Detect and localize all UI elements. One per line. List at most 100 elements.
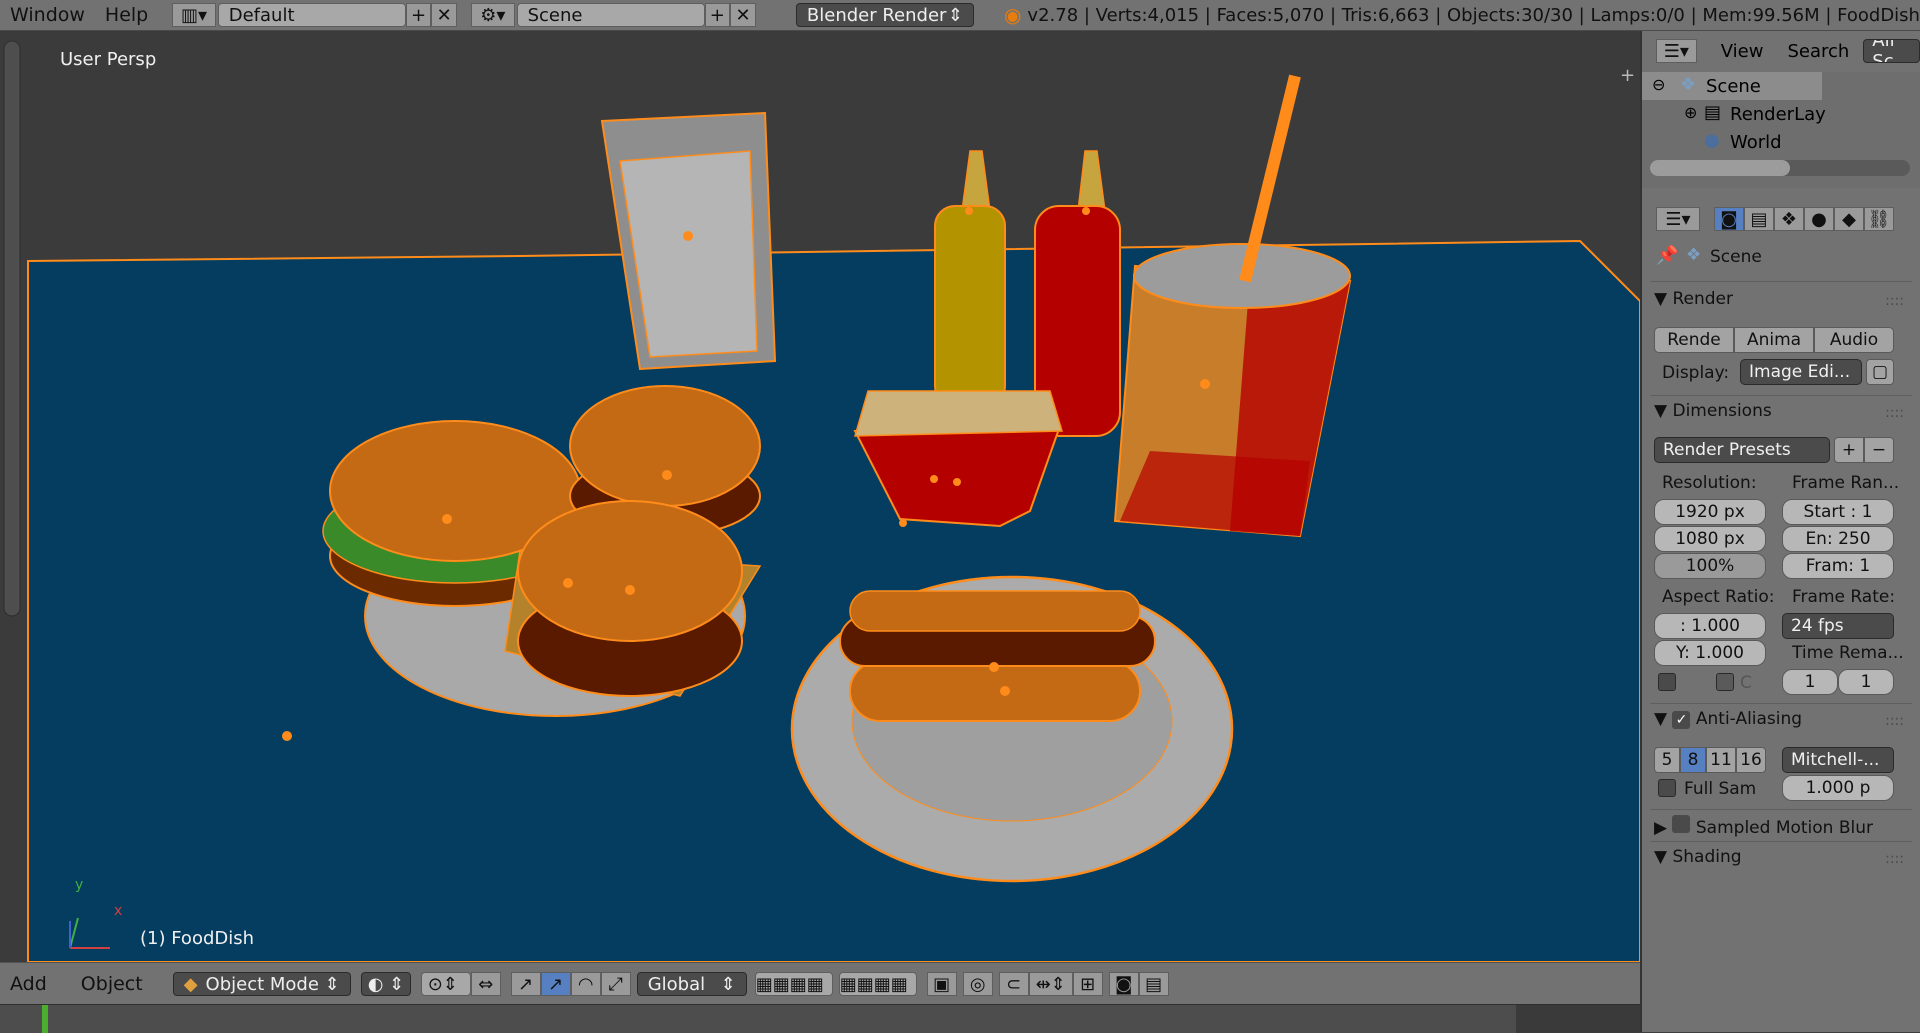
3d-viewport[interactable]: + User Persp (1) FoodDish y x <box>0 31 1640 962</box>
dimensions-panel-title[interactable]: ▼ Dimensions <box>1654 401 1772 421</box>
scene-tab-icon[interactable]: ❖ <box>1774 207 1804 231</box>
add-preset-button[interactable]: + <box>1834 437 1864 463</box>
pivot-select[interactable]: ⊙⇕ <box>420 972 471 996</box>
outliner-item-renderlayers[interactable]: RenderLay <box>1730 104 1826 125</box>
aspect-x-field[interactable]: : 1.000 <box>1654 613 1766 639</box>
outliner-item-scene[interactable]: Scene <box>1706 76 1761 97</box>
menu-help[interactable]: Help <box>95 4 158 26</box>
frame-start-field[interactable]: Start : 1 <box>1782 499 1894 525</box>
time-remapping-label: Time Rema... <box>1792 643 1904 663</box>
translate-manipulator-icon[interactable]: ↗ <box>510 972 541 996</box>
frame-rate-select[interactable]: 24 fps <box>1782 613 1894 639</box>
outliner-search-menu[interactable]: Search <box>1787 41 1849 62</box>
mode-select[interactable]: ◆ Object Mode ⇕ <box>172 972 351 996</box>
hotdog-plate[interactable] <box>790 575 1234 883</box>
axis-x-label: x <box>114 903 123 919</box>
proportional-edit-icon[interactable]: ◎ <box>962 972 993 996</box>
panel-grip-icon[interactable]: :::: <box>1885 405 1904 421</box>
orientation-select[interactable]: Global ⇕ <box>636 972 747 996</box>
rotate-arc-icon[interactable]: ◠ <box>570 972 601 996</box>
outliner-filter-select[interactable]: All Sc <box>1863 39 1920 63</box>
outliner-h-scrollbar[interactable] <box>1650 160 1910 176</box>
crop-checkbox[interactable] <box>1716 673 1734 691</box>
time-new-field[interactable]: 1 <box>1838 669 1894 695</box>
current-frame-marker[interactable] <box>42 1005 48 1033</box>
remove-preset-button[interactable]: − <box>1864 437 1894 463</box>
outliner-view-menu[interactable]: View <box>1721 41 1764 62</box>
anti-aliasing-checkbox-icon[interactable]: ✓ <box>1672 711 1691 729</box>
render-layers-tab-icon[interactable]: ▤ <box>1744 207 1774 231</box>
render-tab-icon[interactable]: ◙ <box>1714 207 1744 231</box>
menu-window[interactable]: Window <box>0 4 95 26</box>
aa-sample-8[interactable]: 8 <box>1680 747 1706 773</box>
menu-add[interactable]: Add <box>0 973 57 995</box>
render-audio-button[interactable]: Audio <box>1814 327 1894 353</box>
render-panel-title[interactable]: ▼ Render <box>1654 289 1733 309</box>
full-sample-checkbox[interactable] <box>1658 779 1676 797</box>
active-object-label: (1) FoodDish <box>140 928 255 949</box>
pin-icon[interactable]: 📌 <box>1656 245 1678 266</box>
panel-grip-icon[interactable]: :::: <box>1885 851 1904 867</box>
expand-icon[interactable]: ⊕ <box>1684 103 1697 122</box>
snap-magnet-icon[interactable]: ⊂ <box>998 972 1029 996</box>
collapse-icon[interactable]: ⊖ <box>1652 75 1665 94</box>
rotate-manipulator-icon[interactable]: ↗ <box>540 972 571 996</box>
aa-sample-5[interactable]: 5 <box>1654 747 1680 773</box>
manipulator-toggle-icon[interactable]: ⇔ <box>470 972 501 996</box>
shading-panel-title[interactable]: ▼ Shading <box>1654 847 1742 867</box>
viewport-plus-icon[interactable]: + <box>1620 65 1635 86</box>
outliner-editor-type-icon[interactable]: ☰▾ <box>1656 39 1697 63</box>
display-select[interactable]: Image Edi... <box>1740 359 1862 385</box>
snap-target-icon[interactable]: ⊞ <box>1072 972 1103 996</box>
layer-buttons-a[interactable]: ▦▦▦▦ <box>754 972 833 996</box>
scale-manipulator-icon[interactable]: ⤢ <box>600 972 631 996</box>
aa-filter-select[interactable]: Mitchell-... <box>1782 747 1894 773</box>
render-still-button[interactable]: Rende <box>1654 327 1734 353</box>
scene-name-field[interactable]: Scene <box>516 3 705 27</box>
render-engine-select[interactable]: Blender Render ⇕ <box>795 3 974 27</box>
world-tab-icon[interactable]: ● <box>1804 207 1834 231</box>
properties-editor-type-icon[interactable]: ☰▾ <box>1656 207 1700 231</box>
remove-layout-icon[interactable]: ✕ <box>431 3 458 27</box>
resolution-x-field[interactable]: 1920 px <box>1654 499 1766 525</box>
resolution-percent-field[interactable]: 100% <box>1654 553 1766 579</box>
aa-sample-16[interactable]: 16 <box>1736 747 1766 773</box>
select-arrows-icon: ⇕ <box>947 4 963 26</box>
panel-grip-icon[interactable]: :::: <box>1885 293 1904 309</box>
render-animation-button[interactable]: Anima <box>1734 327 1814 353</box>
frame-step-field[interactable]: Fram: 1 <box>1782 553 1894 579</box>
snap-element-icon[interactable]: ⇹⇕ <box>1028 972 1073 996</box>
object-tab-icon[interactable]: ◆ <box>1834 207 1864 231</box>
layout-name-field[interactable]: Default <box>217 3 406 27</box>
anti-aliasing-panel-title[interactable]: ▼ ✓ Anti-Aliasing <box>1654 709 1802 729</box>
display-lock-icon[interactable]: ▢ <box>1866 359 1894 385</box>
viewport-shading-select[interactable]: ◐ ⇕ <box>360 972 411 996</box>
panel-grip-icon[interactable]: :::: <box>1885 713 1904 729</box>
resolution-y-field[interactable]: 1080 px <box>1654 526 1766 552</box>
scene-browse-icon[interactable]: ⚙▾ <box>471 3 515 27</box>
layer-buttons-b[interactable]: ▦▦▦▦ <box>838 972 917 996</box>
border-checkbox[interactable] <box>1658 673 1676 691</box>
viewport-scrollbar[interactable] <box>3 40 21 617</box>
timeline-strip[interactable] <box>0 1004 1640 1033</box>
motion-blur-panel-title[interactable]: ▶ Sampled Motion Blur <box>1654 815 1873 838</box>
aa-size-field[interactable]: 1.000 p <box>1782 775 1894 801</box>
shading-sphere-icon: ◐ ⇕ <box>367 973 405 995</box>
aspect-y-field[interactable]: Y: 1.000 <box>1654 640 1766 666</box>
motion-blur-checkbox-icon[interactable] <box>1672 815 1691 833</box>
frame-end-field[interactable]: En: 250 <box>1782 526 1894 552</box>
constraints-tab-icon[interactable]: ⛓ <box>1864 207 1894 231</box>
aa-sample-11[interactable]: 11 <box>1706 747 1736 773</box>
outliner-item-world[interactable]: World <box>1730 132 1782 153</box>
menu-object[interactable]: Object <box>71 973 153 995</box>
add-scene-icon[interactable]: + <box>704 3 731 27</box>
time-old-field[interactable]: 1 <box>1782 669 1838 695</box>
remove-scene-icon[interactable]: ✕ <box>730 3 756 27</box>
render-panel-label: Render <box>1672 289 1734 309</box>
lock-layers-icon[interactable]: ▣ <box>926 972 957 996</box>
render-still-icon[interactable]: ◙ <box>1108 972 1139 996</box>
layout-browse-icon[interactable]: ▥▾ <box>172 3 216 27</box>
render-presets-select[interactable]: Render Presets <box>1654 437 1830 463</box>
render-anim-icon[interactable]: ▤ <box>1138 972 1169 996</box>
add-layout-icon[interactable]: + <box>405 3 432 27</box>
